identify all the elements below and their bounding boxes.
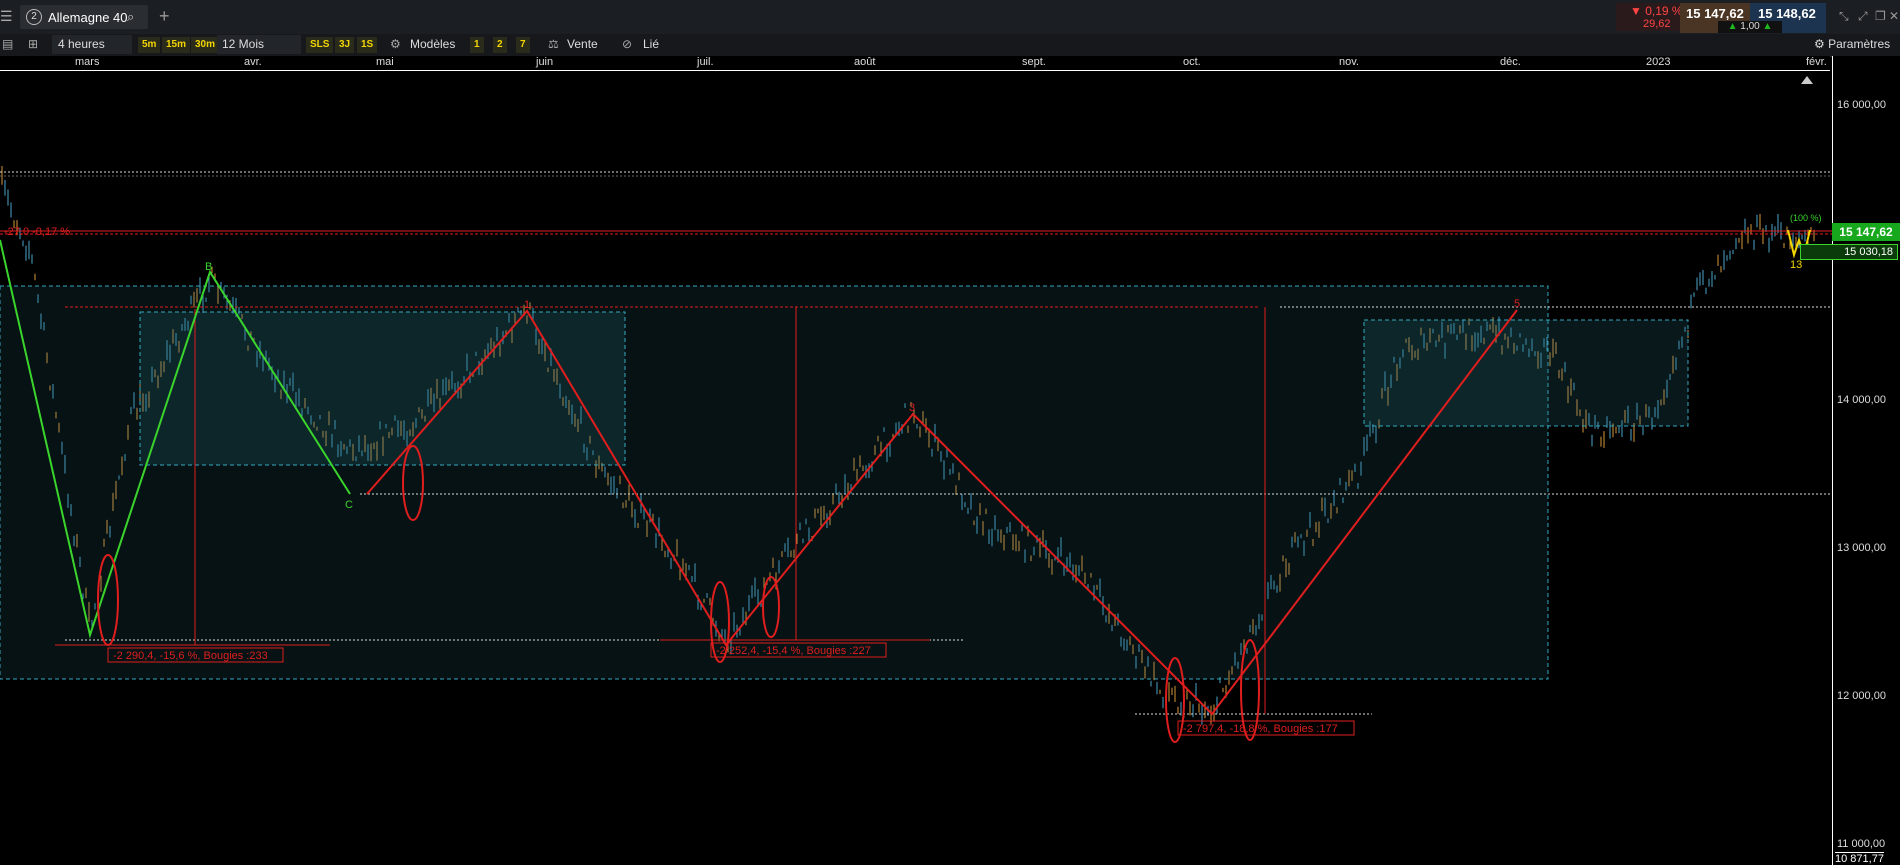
spread-value: 1,00	[1740, 21, 1760, 32]
link-icon[interactable]: ⊘	[622, 37, 632, 51]
search-icon[interactable]: ⌕	[127, 9, 134, 25]
top-bar	[0, 0, 1900, 35]
measure-label-1: -2 290,4, -15,6 %, Bougies :233	[113, 650, 268, 662]
x-label-dec: déc.	[1500, 56, 1521, 68]
layout-icon[interactable]: ⊞	[28, 37, 38, 51]
y-label-12000: 12 000,00	[1837, 690, 1886, 702]
wave-label-3: 3	[909, 402, 915, 414]
wave-label-c: C	[345, 499, 353, 511]
y-label-13000: 13 000,00	[1837, 542, 1886, 554]
3j-button[interactable]: 3J	[335, 37, 355, 53]
x-label-fevr: févr.	[1806, 56, 1827, 68]
models-icon[interactable]: ⚙	[390, 37, 401, 51]
preset-5m-button[interactable]: 5m	[138, 37, 161, 53]
measure-label-2: -2 252,4, -15,4 %, Bougies :227	[716, 645, 871, 657]
quick-1-button[interactable]: 1	[470, 37, 484, 53]
models-button[interactable]: Modèles	[410, 37, 455, 51]
settings-button[interactable]: ⚙ Paramètres	[1814, 37, 1890, 51]
secondary-price-tag: 15 030,18	[1800, 244, 1898, 260]
x-label-aout: août	[854, 56, 876, 68]
quick-7-button[interactable]: 7	[516, 37, 530, 53]
range-zone-right[interactable]	[1363, 319, 1689, 427]
small-label-13: 13	[1790, 259, 1802, 271]
range-value[interactable]: 12 Mois	[222, 37, 264, 51]
restore-icon[interactable]: ❐	[1875, 9, 1886, 23]
tab-number-badge: 2	[26, 9, 42, 25]
quick-2-button[interactable]: 2	[493, 37, 507, 53]
wave-label-1: 1	[524, 299, 530, 311]
preset-30m-button[interactable]: 30m	[191, 37, 220, 53]
1s-button[interactable]: 1S	[357, 37, 378, 53]
minimize-icon[interactable]: ⤡	[1839, 9, 1849, 24]
preset-15m-button[interactable]: 15m	[162, 37, 191, 53]
sls-button[interactable]: SLS	[306, 37, 334, 53]
list-icon[interactable]: ▤	[2, 37, 13, 51]
x-label-2023: 2023	[1646, 56, 1671, 68]
x-label-oct: oct.	[1183, 56, 1201, 68]
price-chart[interactable]: -2 290,4, -15,6 %, Bougies :233 -2 252,4…	[0, 70, 1832, 865]
price-axis[interactable]	[1832, 56, 1900, 865]
x-label-avr: avr.	[244, 56, 262, 68]
up-arrow-icon: ▲	[1727, 21, 1738, 32]
up-arrow-icon-2: ▲	[1762, 21, 1773, 32]
ask-price[interactable]: 15 148,62	[1758, 6, 1816, 21]
top-left-label: -27.0 -0,17 %	[4, 226, 70, 238]
bid-price[interactable]: 15 147,62	[1686, 6, 1744, 21]
instrument-name[interactable]: Allemagne 40	[48, 10, 128, 25]
x-label-mai: mai	[376, 56, 394, 68]
y-label-16000: 16 000,00	[1837, 99, 1886, 111]
change-absolute: 29,62	[1643, 18, 1671, 30]
change-percent: ▼ 0,19 %	[1630, 4, 1683, 18]
y-label-11000: 11 000,00	[1837, 838, 1886, 850]
time-axis	[0, 56, 1830, 71]
x-label-juin: juin	[536, 56, 554, 68]
last-price-tag: 15 147,62	[1832, 223, 1900, 241]
sell-button[interactable]: Vente	[567, 37, 598, 51]
settings-label: Paramètres	[1828, 37, 1891, 51]
detach-icon[interactable]: ⤢	[1858, 9, 1868, 24]
y-label-14000: 14 000,00	[1837, 394, 1886, 406]
add-tab-icon[interactable]: +	[159, 6, 170, 27]
spread-badge: ▲ 1,00 ▲	[1718, 21, 1782, 33]
close-icon[interactable]: ✕	[1889, 9, 1899, 23]
interval-value[interactable]: 4 heures	[58, 37, 105, 51]
home-marker-icon[interactable]	[1801, 76, 1813, 84]
wave-label-5: 5	[1514, 298, 1520, 310]
menu-icon[interactable]: ☰	[0, 9, 14, 23]
measure-label-3: -2 797,4, -18,8 %, Bougies :177	[1183, 723, 1338, 735]
bottom-price-tag: 10 871,77	[1835, 852, 1884, 865]
x-label-juil: juil.	[697, 56, 714, 68]
small-label-pct: (100 %)	[1790, 213, 1822, 223]
range-zone-left[interactable]	[139, 311, 626, 466]
x-label-sept: sept.	[1022, 56, 1046, 68]
x-label-nov: nov.	[1339, 56, 1359, 68]
gear-icon: ⚙	[1814, 37, 1825, 51]
x-label-mars: mars	[75, 56, 100, 68]
linked-button[interactable]: Lié	[643, 37, 659, 51]
wave-label-b: B	[205, 261, 212, 273]
sell-icon[interactable]: ⚖	[548, 37, 559, 51]
